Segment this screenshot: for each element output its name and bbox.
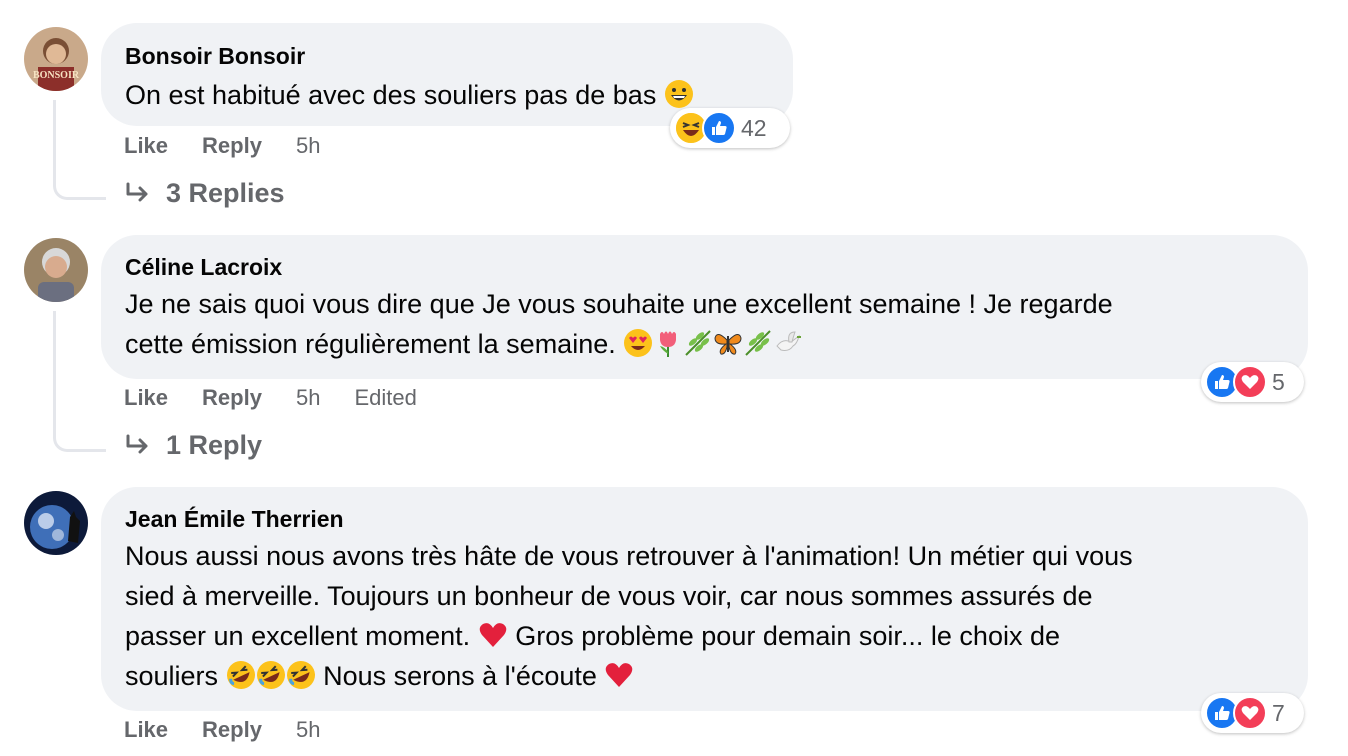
avatar[interactable] [24,491,88,555]
comment-line: passer un excellent moment. Gros problèm… [125,616,1133,656]
comment-bubble: Jean Émile Therrien Nous aussi nous avon… [101,487,1308,711]
comment-actions: Like Reply 5h [124,715,320,745]
comment-author[interactable]: Bonsoir Bonsoir [125,43,305,70]
view-replies-button[interactable]: 1 Reply [124,430,262,461]
like-icon [702,111,736,145]
love-icon [1233,696,1267,730]
dove-emoji-icon [773,328,803,358]
like-button[interactable]: Like [124,133,168,159]
reactions-summary[interactable]: 7 [1201,693,1304,733]
reply-arrow-icon [126,182,148,201]
grinning-emoji-icon [664,79,694,109]
rofl-emoji-icon [256,660,286,690]
heart-eyes-emoji-icon [623,328,653,358]
reactions-summary[interactable]: 5 [1201,362,1304,402]
rofl-emoji-icon [286,660,316,690]
comment-actions: Like Reply 5h [124,131,320,161]
love-icon [1233,365,1267,399]
butterfly-emoji-icon [713,328,743,358]
comment-line: sied à merveille. Toujours un bonheur de… [125,581,1093,611]
comment-line-text: Gros problème pour demain soir... le cho… [515,621,1060,651]
herb-emoji-icon [743,328,773,358]
comment-line: souliers Nous serons à l'écoute [125,656,1133,696]
comment-text: Je ne sais quoi vous dire que Je vous so… [125,284,1113,364]
comment-line: Je ne sais quoi vous dire que Je vous so… [125,289,1113,319]
reactions-summary[interactable]: 42 [670,108,790,148]
reply-arrow-icon [126,434,148,453]
comment-bubble: Céline Lacroix Je ne sais quoi vous dire… [101,235,1308,379]
timestamp[interactable]: 5h [296,133,320,159]
reply-button[interactable]: Reply [202,385,262,411]
comment-line: cette émission régulièrement la semaine. [125,324,1113,364]
comment-line-text: souliers [125,661,219,691]
comment-line: On est habitué avec des souliers pas de … [125,80,657,110]
replies-label: 3 Replies [166,178,285,208]
reaction-count: 5 [1272,368,1285,395]
comment-line-text: cette émission régulièrement la semaine. [125,329,616,359]
thread-connector [53,311,106,452]
comment-text: On est habitué avec des souliers pas de … [125,75,694,115]
tulip-emoji-icon [653,328,683,358]
reply-button[interactable]: Reply [202,133,262,159]
heart-emoji-icon [604,660,634,690]
avatar-logo-text: BONSOIR [33,70,80,81]
comment-author[interactable]: Jean Émile Therrien [125,506,344,533]
reply-button[interactable]: Reply [202,717,262,743]
timestamp[interactable]: 5h [296,385,320,411]
like-button[interactable]: Like [124,385,168,411]
comment-line: Nous aussi nous avons très hâte de vous … [125,541,1133,571]
view-replies-button[interactable]: 3 Replies [124,178,285,209]
comment-line-text: passer un excellent moment. [125,621,471,651]
replies-label: 1 Reply [166,430,263,460]
heart-emoji-icon [478,620,508,650]
thread-connector [53,100,106,200]
avatar[interactable] [24,238,88,302]
reaction-count: 42 [741,114,767,141]
rofl-emoji-icon [226,660,256,690]
reaction-count: 7 [1272,699,1285,726]
like-button[interactable]: Like [124,717,168,743]
comment-author[interactable]: Céline Lacroix [125,254,282,281]
comment-line-text: Nous serons à l'écoute [323,661,597,691]
comment-actions: Like Reply 5h Edited [124,383,417,413]
timestamp[interactable]: 5h [296,717,320,743]
edited-label[interactable]: Edited [354,385,416,411]
comment-text: Nous aussi nous avons très hâte de vous … [125,536,1133,696]
herb-emoji-icon [683,328,713,358]
avatar[interactable]: BONSOIR [24,27,88,91]
